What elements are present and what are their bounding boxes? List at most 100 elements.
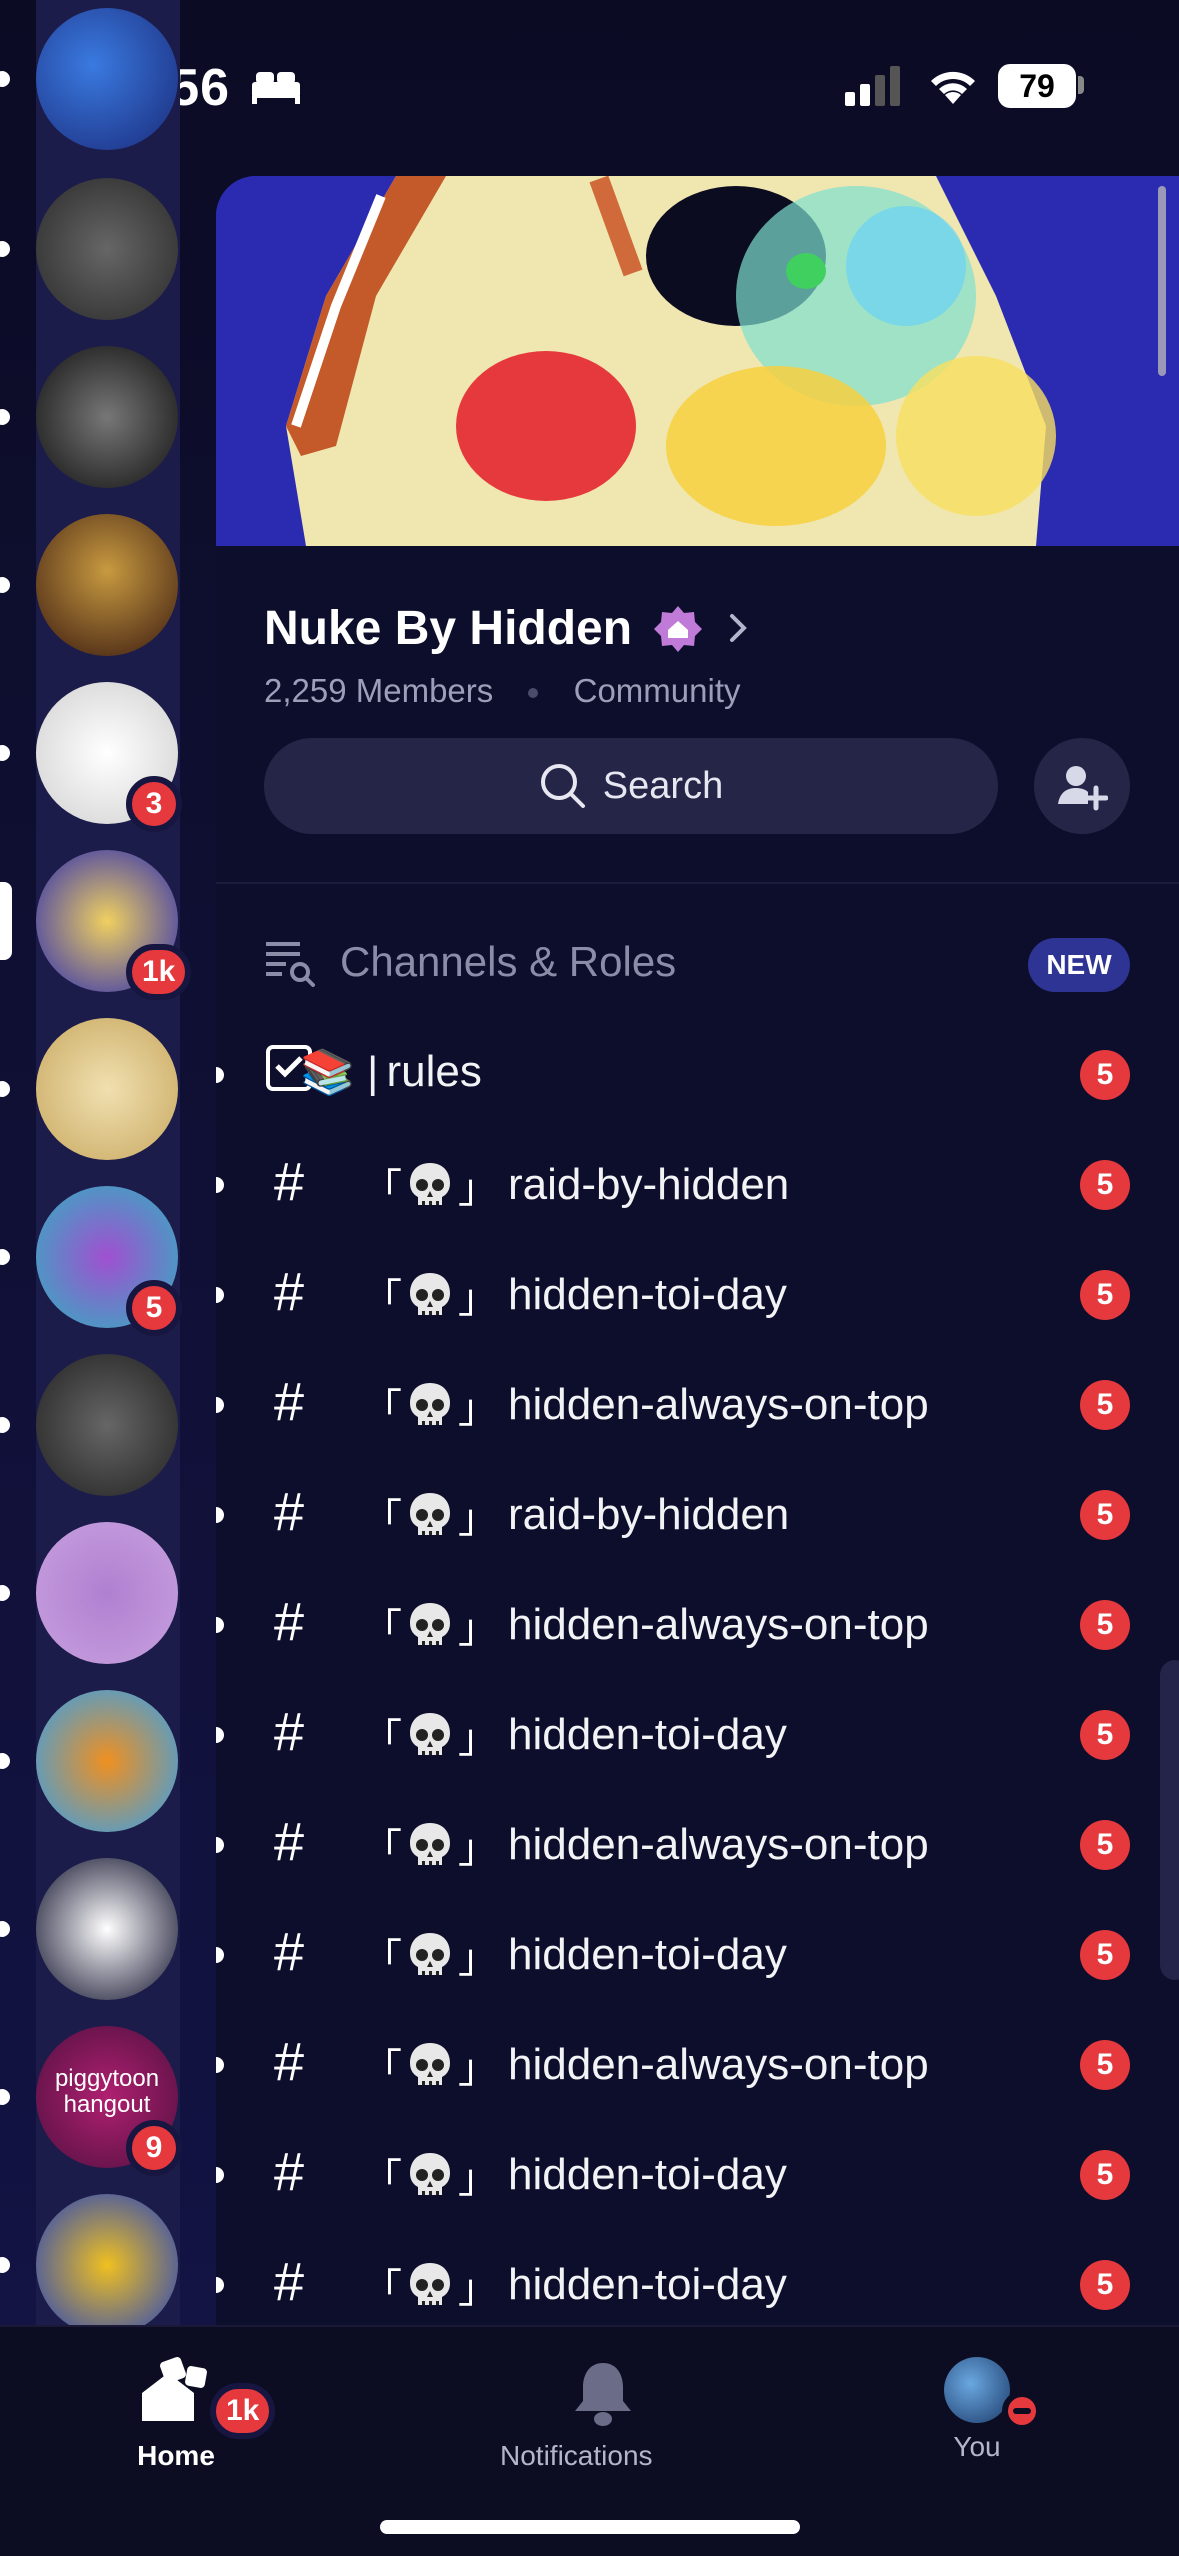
bracket-open: 「: [362, 1387, 402, 1431]
member-info: 2,259 Members Community: [264, 672, 741, 710]
channel-unread-pip: [216, 1067, 224, 1083]
scrollbar-thumb[interactable]: [1158, 186, 1166, 376]
channel-mention-badge: 5: [1080, 1930, 1130, 1980]
channel-name: 「 」 hidden-always-on-top: [362, 1376, 929, 1434]
user-avatar: [944, 2357, 1042, 2431]
channel-row[interactable]: # 「 」 hidden-toi-day 5: [216, 1238, 1179, 1348]
server-icon-server-12[interactable]: [36, 1858, 178, 2000]
channel-mention-badge: 5: [1080, 1820, 1130, 1870]
channel-name: 「 」 raid-by-hidden: [362, 1486, 789, 1544]
channel-row[interactable]: # 「 」 hidden-toi-day 5: [216, 2118, 1179, 2228]
server-icon-server-10[interactable]: [36, 1522, 178, 1664]
channel-unread-pip: [216, 2057, 224, 2073]
tab-home[interactable]: 1k Home: [137, 2357, 276, 2472]
server-icon-server-1[interactable]: [36, 8, 178, 150]
channel-row[interactable]: # 「 」 hidden-always-on-top 5: [216, 1788, 1179, 1898]
text-channel-icon: #: [273, 1702, 305, 1762]
skull-icon: [404, 1269, 456, 1321]
channel-row[interactable]: # 「 」 hidden-toi-day 5: [216, 1678, 1179, 1788]
invite-button[interactable]: [1034, 738, 1130, 834]
text-channel-icon: #: [273, 1592, 305, 1652]
skull-icon: [404, 1709, 456, 1761]
channel-row[interactable]: # 「 」 hidden-always-on-top 5: [216, 2008, 1179, 2118]
tab-notifications-label: Notifications: [500, 2440, 653, 2471]
server-icon-server-2[interactable]: [36, 178, 178, 320]
bracket-close: 」: [458, 1497, 498, 1541]
chevron-right-icon[interactable]: [726, 610, 750, 646]
bracket-open: 「: [362, 2157, 402, 2201]
channel-name: 「 」 hidden-toi-day: [362, 1706, 787, 1764]
tab-notifications[interactable]: Notifications: [500, 2357, 653, 2472]
server-icon-server-9[interactable]: [36, 1354, 178, 1496]
text-channel-icon: #: [273, 1482, 305, 1542]
server-icon-server-11[interactable]: [36, 1690, 178, 1832]
channel-row[interactable]: 📚 | rules 5: [216, 1018, 1179, 1128]
channel-name: 「 」 hidden-toi-day: [362, 2256, 787, 2314]
home-servers-icon: [142, 2357, 207, 2421]
channel-name: 「 」 hidden-always-on-top: [362, 1816, 929, 1874]
channel-row[interactable]: # 「 」 hidden-toi-day 5: [216, 1898, 1179, 2008]
server-icon-server-3[interactable]: [36, 346, 178, 488]
drawer-handle[interactable]: [1160, 1660, 1179, 1980]
server-badge: 3: [126, 776, 182, 832]
channel-row[interactable]: # 「 」 raid-by-hidden 5: [216, 1458, 1179, 1568]
bell-icon: [575, 2363, 632, 2426]
channel-mention-badge: 5: [1080, 1270, 1130, 1320]
channel-name: 「 」 hidden-toi-day: [362, 2146, 787, 2204]
channel-name-text: hidden-toi-day: [508, 2150, 787, 2199]
channel-unread-pip: [216, 1507, 224, 1523]
skull-icon: [404, 1379, 456, 1431]
server-name[interactable]: Nuke By Hidden: [264, 601, 632, 656]
bracket-close: 」: [458, 2157, 498, 2201]
channel-unread-pip: [216, 1837, 224, 1853]
bracket-open: 「: [362, 1277, 402, 1321]
server-type: Community: [573, 672, 741, 709]
channel-name: 📚 | rules: [300, 1046, 482, 1098]
channel-row[interactable]: # 「 」 hidden-always-on-top 5: [216, 1348, 1179, 1458]
channel-mention-badge: 5: [1080, 1160, 1130, 1210]
channel-name-text: hidden-toi-day: [508, 2260, 787, 2309]
dnd-status-icon: [1002, 2391, 1042, 2431]
server-icon-server-14[interactable]: [36, 2194, 178, 2336]
channel-row[interactable]: # 「 」 hidden-always-on-top 5: [216, 1568, 1179, 1678]
channel-unread-pip: [216, 1397, 224, 1413]
bracket-close: 」: [458, 1167, 498, 1211]
bracket-open: 「: [362, 1937, 402, 1981]
bracket-open: 「: [362, 1717, 402, 1761]
channel-name: 「 」 hidden-always-on-top: [362, 1596, 929, 1654]
text-channel-icon: #: [273, 1372, 305, 1432]
add-member-icon: [1058, 766, 1108, 811]
server-icon-server-7[interactable]: [36, 1018, 178, 1160]
channel-row[interactable]: # 「 」 hidden-toi-day 5: [216, 2228, 1179, 2326]
server-icon-server-4[interactable]: [36, 514, 178, 656]
search-button[interactable]: Search: [264, 738, 998, 834]
channels-roles-label: Channels & Roles: [340, 938, 677, 985]
bracket-open: 「: [362, 1497, 402, 1541]
server-badge: 1k: [126, 944, 192, 1000]
channel-name-text: hidden-always-on-top: [508, 1380, 929, 1429]
bracket-open: 「: [362, 1827, 402, 1871]
bracket-close: 」: [458, 1827, 498, 1871]
server-icon-label: piggytoon hangout: [54, 2065, 160, 2118]
skull-icon: [404, 1599, 456, 1651]
channel-row[interactable]: # 「 」 raid-by-hidden 5: [216, 1128, 1179, 1238]
server-panel: Nuke By Hidden 2,259 Members Community S…: [216, 176, 1179, 2326]
text-channel-icon: #: [273, 2142, 305, 2202]
text-channel-icon: #: [273, 2252, 305, 2312]
wifi-icon: [931, 71, 975, 104]
tab-you-label: You: [953, 2431, 1001, 2462]
channel-name-text: hidden-always-on-top: [508, 1600, 929, 1649]
skull-icon: [404, 1489, 456, 1541]
channel-name: 「 」 hidden-toi-day: [362, 1926, 787, 1984]
channel-browse-icon: [266, 942, 315, 987]
server-banner: [216, 176, 1179, 546]
channel-mention-badge: 5: [1080, 2040, 1130, 2090]
text-channel-icon: #: [273, 1812, 305, 1872]
channels-roles-item[interactable]: Channels & Roles: [264, 932, 676, 992]
channel-unread-pip: [216, 2277, 224, 2293]
channel-name-text: raid-by-hidden: [508, 1490, 790, 1539]
new-badge: NEW: [1028, 938, 1130, 992]
tab-you[interactable]: You: [944, 2357, 1042, 2463]
banner-art: [216, 176, 1179, 546]
channel-mention-badge: 5: [1080, 1710, 1130, 1760]
